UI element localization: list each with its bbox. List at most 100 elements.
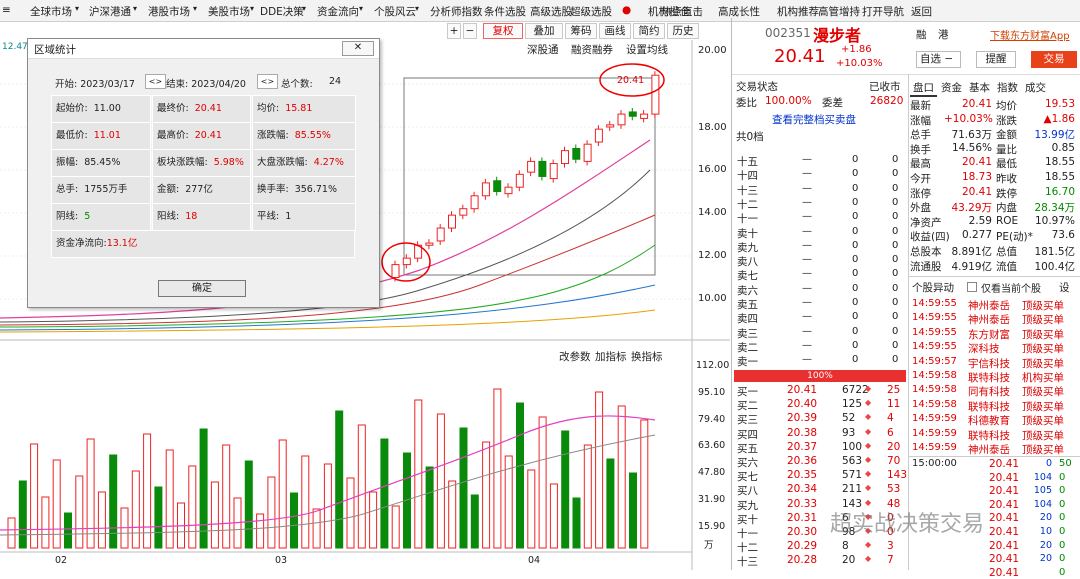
sell-level-label: 十一 — [737, 213, 758, 226]
candle-body — [402, 257, 411, 266]
tab-shengutong[interactable]: 深股通 — [527, 42, 559, 57]
alert-button[interactable]: 提醒 — [976, 51, 1016, 68]
stat-value: 18.73 — [961, 171, 992, 183]
tab-add-indicator[interactable]: 加指标 — [595, 349, 627, 364]
yidong-stock[interactable]: 神州泰岳 — [968, 442, 1010, 457]
yidong-stock[interactable]: 宇信科技 — [968, 356, 1010, 371]
stat-label: 总手 — [910, 129, 931, 142]
menu-item[interactable]: 分析师指数 — [430, 4, 483, 19]
stat-value: 0.277 — [961, 229, 992, 242]
volume-bar — [188, 465, 197, 549]
tab-1[interactable]: 资金 — [938, 80, 965, 95]
menu-item[interactable]: 返回 — [911, 4, 932, 19]
menu-item[interactable]: 资金流向 — [317, 4, 359, 19]
stat-value: 19.53 — [1044, 98, 1075, 110]
stat-label: 均价 — [996, 100, 1017, 112]
chevron-down-icon[interactable]: ▾ — [250, 4, 254, 13]
volume-bar — [516, 402, 524, 549]
chevron-down-icon[interactable]: ▾ — [415, 4, 419, 13]
tab-rongzi[interactable]: 融资融券 — [571, 42, 613, 57]
menu-item[interactable]: 高级选股 — [530, 4, 572, 19]
menu-item[interactable]: DDE决策 — [260, 4, 304, 19]
ok-button[interactable]: 确定 — [158, 280, 246, 297]
gang-tag[interactable]: 港 — [938, 27, 949, 42]
stat-cell: 均价: 15.81 — [252, 95, 356, 123]
settings-button[interactable]: 设 — [1059, 280, 1070, 295]
stat-value: 100.4亿 — [1034, 260, 1075, 273]
sell-count: 0 — [892, 282, 899, 294]
menu-item[interactable]: 个股风云 — [374, 4, 416, 19]
menu-item[interactable]: 打开导航 — [862, 4, 904, 19]
stat-cell: 换手率: 356.71% — [252, 176, 356, 204]
volume-bar — [256, 513, 265, 549]
menu-item[interactable]: 高成长性 — [718, 4, 760, 19]
price-axis-18: 18.00 — [698, 122, 727, 133]
yidong-stock[interactable]: 联特科技 — [968, 428, 1010, 443]
stat-label: 金额: — [157, 184, 180, 195]
stat-value: 71.63万 — [951, 129, 992, 142]
yidong-stock[interactable]: 深科技 — [968, 341, 1000, 356]
tick-price: 20.41 — [989, 471, 1020, 484]
checkbox-only-current[interactable] — [967, 282, 977, 292]
tab-3[interactable]: 指数 — [994, 80, 1021, 95]
add-watchlist-label: 自选 — [920, 53, 941, 65]
menu-item[interactable]: 超级选股 — [570, 4, 612, 19]
chevron-down-icon[interactable]: ▾ — [75, 4, 79, 13]
trade-button[interactable]: 交易 — [1031, 51, 1077, 68]
chouma-button[interactable]: 筹码 — [565, 23, 597, 39]
tab-2[interactable]: 基本 — [966, 80, 993, 95]
close-icon[interactable]: ✕ — [342, 41, 374, 56]
simple-button[interactable]: 简约 — [633, 23, 665, 39]
record-dot-icon[interactable]: ● — [622, 4, 631, 16]
menu-item[interactable]: 全球市场 — [30, 4, 72, 19]
start-nav-buttons[interactable]: <> — [145, 74, 166, 89]
chevron-down-icon[interactable]: ▾ — [193, 4, 197, 13]
sell-volume: 0 — [852, 196, 859, 208]
tab-0[interactable]: 盘口 — [910, 80, 937, 97]
levels-label: 共0档 — [736, 131, 764, 143]
menu-item[interactable]: 沪深港通 — [89, 4, 131, 19]
menu-item[interactable]: 高管增持 — [818, 4, 860, 19]
end-nav-buttons[interactable]: <> — [257, 74, 278, 89]
buy-level-label: 十三 — [737, 556, 758, 569]
yidong-stock[interactable]: 神州泰岳 — [968, 298, 1010, 313]
buy-count: 143 — [887, 469, 908, 482]
tick-volume: 20 — [1039, 553, 1052, 565]
full-orderbook-link[interactable]: 查看完整档买卖盘 — [772, 112, 856, 127]
add-watchlist-button[interactable]: 自选 − — [916, 51, 961, 68]
menu-item[interactable]: 热点直击 — [661, 4, 703, 19]
menu-item[interactable]: 港股市场 — [148, 4, 190, 19]
rong-tag[interactable]: 融 — [916, 27, 927, 42]
chevron-down-icon[interactable]: ▾ — [133, 4, 137, 13]
menu-item[interactable]: 机构推荐 — [777, 4, 819, 19]
stat-label: 均价: — [257, 103, 280, 114]
tab-change-param[interactable]: 改参数 — [559, 349, 591, 364]
draw-line-button[interactable]: 画线 — [599, 23, 631, 39]
menu-item[interactable]: 美股市场 — [208, 4, 250, 19]
stat-value: 1 — [285, 211, 292, 222]
yidong-stock[interactable]: 科德教育 — [968, 413, 1010, 428]
diejia-button[interactable]: 叠加 — [525, 23, 563, 39]
tab-switch-indicator[interactable]: 换指标 — [631, 349, 663, 364]
menu-item[interactable]: ≡ — [2, 4, 11, 16]
history-button[interactable]: 历史 — [667, 23, 699, 39]
yidong-stock[interactable]: 联特科技 — [968, 370, 1010, 385]
buy-level-label: 买一 — [737, 386, 758, 398]
yidong-stock[interactable]: 联特科技 — [968, 399, 1010, 414]
zoom-in-button[interactable]: + — [447, 23, 461, 39]
yidong-stock[interactable]: 同有科技 — [968, 384, 1010, 399]
chevron-down-icon[interactable]: ▾ — [359, 4, 363, 13]
volume-bar — [97, 491, 106, 549]
zoom-out-button[interactable]: − — [463, 23, 477, 39]
yidong-stock[interactable]: 神州泰岳 — [968, 312, 1010, 327]
download-app-link[interactable]: 下载东方财富App — [990, 27, 1070, 42]
fuquan-button[interactable]: 复权 — [483, 23, 523, 39]
chevron-down-icon[interactable]: ▾ — [302, 4, 306, 13]
menu-item[interactable]: 条件选股 — [484, 4, 526, 19]
buy-volume: 563 — [842, 455, 863, 467]
dialog-title: 区域统计 — [34, 44, 76, 56]
candle-body — [640, 113, 649, 119]
yidong-stock[interactable]: 东方财富 — [968, 327, 1010, 342]
tab-set-ma[interactable]: 设置均线 — [626, 42, 668, 57]
tab-4[interactable]: 成交 — [1022, 80, 1049, 95]
